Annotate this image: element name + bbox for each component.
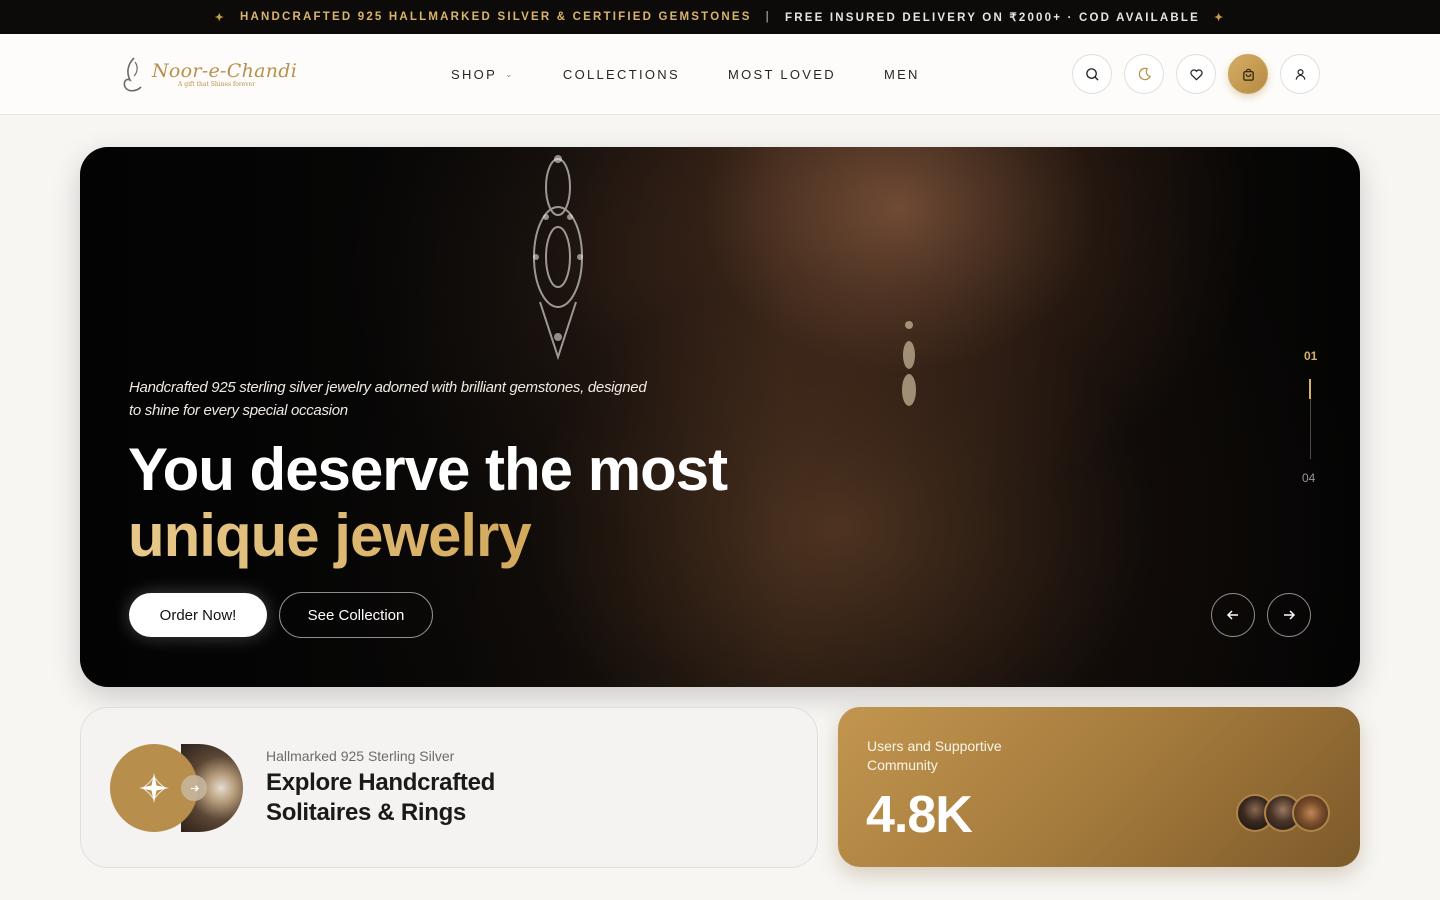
hero-title: You deserve the most unique jewelry <box>128 436 728 569</box>
community-label: Users and Supportive Community <box>867 738 1002 773</box>
prev-slide-button[interactable] <box>1211 593 1255 637</box>
announcement-separator: | <box>765 11 772 23</box>
announcement-right: FREE INSURED DELIVERY ON ₹2000+ · COD AV… <box>785 12 1201 24</box>
logo[interactable]: Noor-e-Chandi A gift that Shines forever <box>120 54 297 94</box>
explore-arrow-button[interactable] <box>181 775 207 801</box>
announcement-left: HANDCRAFTED 925 HALLMARKED SILVER & CERT… <box>239 11 752 23</box>
community-card: Users and Supportive Community 4.8K <box>838 707 1360 867</box>
nav-collections-label: COLLECTIONS <box>562 66 680 82</box>
nav-shop-label: SHOP <box>451 66 498 82</box>
explore-title: Explore Handcrafted Solitaires & Rings <box>266 768 495 828</box>
hero-title-line2: unique jewelry <box>128 503 727 569</box>
announcement-bar: ✦ HANDCRAFTED 925 HALLMARKED SILVER & CE… <box>0 0 1440 34</box>
nav-most-loved-label: MOST LOVED <box>727 66 836 82</box>
cart-button[interactable] <box>1228 54 1268 94</box>
heart-icon <box>1189 68 1203 81</box>
community-count: 4.8K <box>866 786 973 844</box>
account-button[interactable] <box>1280 54 1320 94</box>
hero-banner: Handcrafted 925 sterling silver jewelry … <box>80 147 1360 687</box>
search-button[interactable] <box>1072 54 1112 94</box>
hero-title-line1: You deserve the most <box>128 436 728 503</box>
chevron-down-icon: ⌄ <box>505 68 515 79</box>
slide-progress-fill <box>1309 379 1311 399</box>
avatar <box>1292 794 1330 832</box>
moon-icon <box>1138 67 1151 80</box>
bag-icon <box>1242 68 1254 81</box>
hero-subtitle: Handcrafted 925 sterling silver jewelry … <box>129 379 647 419</box>
order-now-button[interactable]: Order Now! <box>129 593 267 637</box>
explore-title-line2: Solitaires & Rings <box>266 799 466 826</box>
see-collection-button[interactable]: See Collection <box>279 592 433 638</box>
theme-toggle-button[interactable] <box>1124 54 1164 94</box>
main-nav: SHOP ⌄ COLLECTIONS MOST LOVED MEN <box>451 34 968 114</box>
earring-image <box>533 155 583 361</box>
nav-collections[interactable]: COLLECTIONS <box>563 67 680 82</box>
next-slide-button[interactable] <box>1267 593 1311 637</box>
logo-tagline: A gift that Shines forever <box>178 81 256 88</box>
nav-men-label: MEN <box>883 66 920 82</box>
explore-subtitle: Hallmarked 925 Sterling Silver <box>266 748 455 764</box>
user-icon <box>1295 68 1305 80</box>
nav-men[interactable]: MEN <box>884 67 920 82</box>
nav-most-loved[interactable]: MOST LOVED <box>728 67 836 82</box>
crescent-logo-icon <box>123 57 142 92</box>
explore-card[interactable]: Hallmarked 925 Sterling Silver Explore H… <box>80 707 818 868</box>
search-icon <box>1085 67 1099 81</box>
explore-title-line1: Explore Handcrafted <box>266 769 496 796</box>
arrow-right-icon <box>1284 610 1296 620</box>
site-header: Noor-e-Chandi A gift that Shines forever… <box>0 34 1440 115</box>
avatar-group <box>1236 794 1330 832</box>
earring-image <box>902 321 916 406</box>
wishlist-button[interactable] <box>1176 54 1216 94</box>
nav-shop[interactable]: SHOP ⌄ <box>451 67 515 82</box>
sparkle-icon: ✦ <box>1214 11 1226 24</box>
slide-current: 01 <box>1304 349 1318 363</box>
sparkle-icon: ✦ <box>214 11 226 24</box>
arrow-right-icon <box>190 784 199 792</box>
logo-name: Noor-e-Chandi <box>152 60 298 82</box>
slide-total: 04 <box>1302 471 1316 485</box>
sparkle-icon <box>139 773 169 803</box>
arrow-left-icon <box>1226 610 1238 620</box>
header-actions <box>1072 54 1320 94</box>
